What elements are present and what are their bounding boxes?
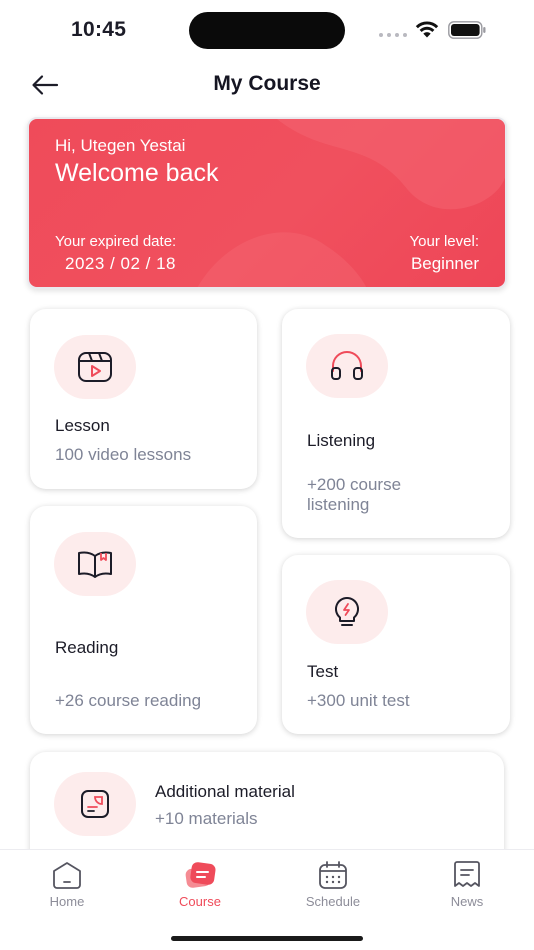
nav-item-schedule[interactable]: Schedule bbox=[283, 860, 383, 920]
expired-date-value: 2023 / 02 / 18 bbox=[65, 254, 176, 273]
cellular-signal-icon bbox=[379, 33, 407, 37]
card-subtitle: +300 unit test bbox=[307, 691, 410, 710]
additional-material-icon-circle bbox=[54, 772, 136, 836]
calendar-icon bbox=[319, 861, 347, 889]
nav-item-news[interactable]: News bbox=[417, 860, 517, 920]
card-subtitle: +200 course listening bbox=[307, 475, 402, 514]
card-title: Lesson bbox=[55, 416, 110, 435]
test-icon-circle bbox=[306, 580, 388, 644]
course-card-reading[interactable]: Reading +26 course reading bbox=[30, 506, 257, 734]
card-subtitle: +10 materials bbox=[155, 809, 258, 828]
my-course-screen: 10:45 My Course Hi, Utegen Yestai Welcom… bbox=[0, 0, 534, 950]
listening-icon-circle bbox=[306, 334, 388, 398]
welcome-text: Welcome back bbox=[55, 159, 219, 187]
nav-label-home: Home bbox=[49, 894, 85, 909]
course-card-lesson[interactable]: Lesson 100 video lessons bbox=[30, 309, 257, 489]
headphones-icon bbox=[331, 351, 363, 380]
home-icon bbox=[53, 862, 81, 889]
lesson-icon-circle bbox=[54, 335, 136, 399]
lightbulb-icon bbox=[335, 596, 359, 626]
card-title: Reading bbox=[55, 638, 119, 657]
card-subtitle: +26 course reading bbox=[55, 691, 202, 710]
news-icon bbox=[454, 861, 480, 887]
nav-label-course: Course bbox=[179, 894, 221, 909]
greeting-text: Hi, Utegen Yestai bbox=[55, 136, 186, 155]
dynamic-island bbox=[189, 12, 345, 49]
course-card-listening[interactable]: Listening +200 course listening bbox=[282, 309, 510, 538]
welcome-banner: Hi, Utegen Yestai Welcome back Your expi… bbox=[27, 117, 507, 289]
card-subtitle: 100 video lessons bbox=[55, 445, 192, 464]
page-title: My Course bbox=[213, 72, 321, 95]
open-book-icon bbox=[78, 551, 112, 578]
reading-icon-circle bbox=[54, 532, 136, 596]
card-title: Listening bbox=[307, 431, 376, 450]
home-indicator bbox=[171, 936, 363, 941]
level-label: Your level: bbox=[409, 233, 480, 250]
status-time: 10:45 bbox=[71, 18, 127, 41]
document-icon bbox=[81, 790, 109, 818]
wifi-icon bbox=[415, 21, 439, 38]
bottom-navigation: Home Course Schedule News bbox=[0, 849, 534, 950]
nav-item-home[interactable]: Home bbox=[17, 860, 117, 920]
card-title: Additional material bbox=[155, 782, 295, 801]
expired-date-label: Your expired date: bbox=[55, 233, 177, 250]
course-card-test[interactable]: Test +300 unit test bbox=[282, 555, 510, 734]
nav-label-news: News bbox=[450, 894, 484, 909]
battery-icon bbox=[448, 21, 486, 39]
card-title: Test bbox=[307, 662, 339, 681]
level-value: Beginner bbox=[410, 254, 479, 273]
nav-item-course[interactable]: Course bbox=[150, 860, 250, 920]
course-icon bbox=[185, 862, 216, 888]
nav-label-schedule: Schedule bbox=[305, 894, 361, 909]
video-play-icon bbox=[78, 352, 112, 382]
